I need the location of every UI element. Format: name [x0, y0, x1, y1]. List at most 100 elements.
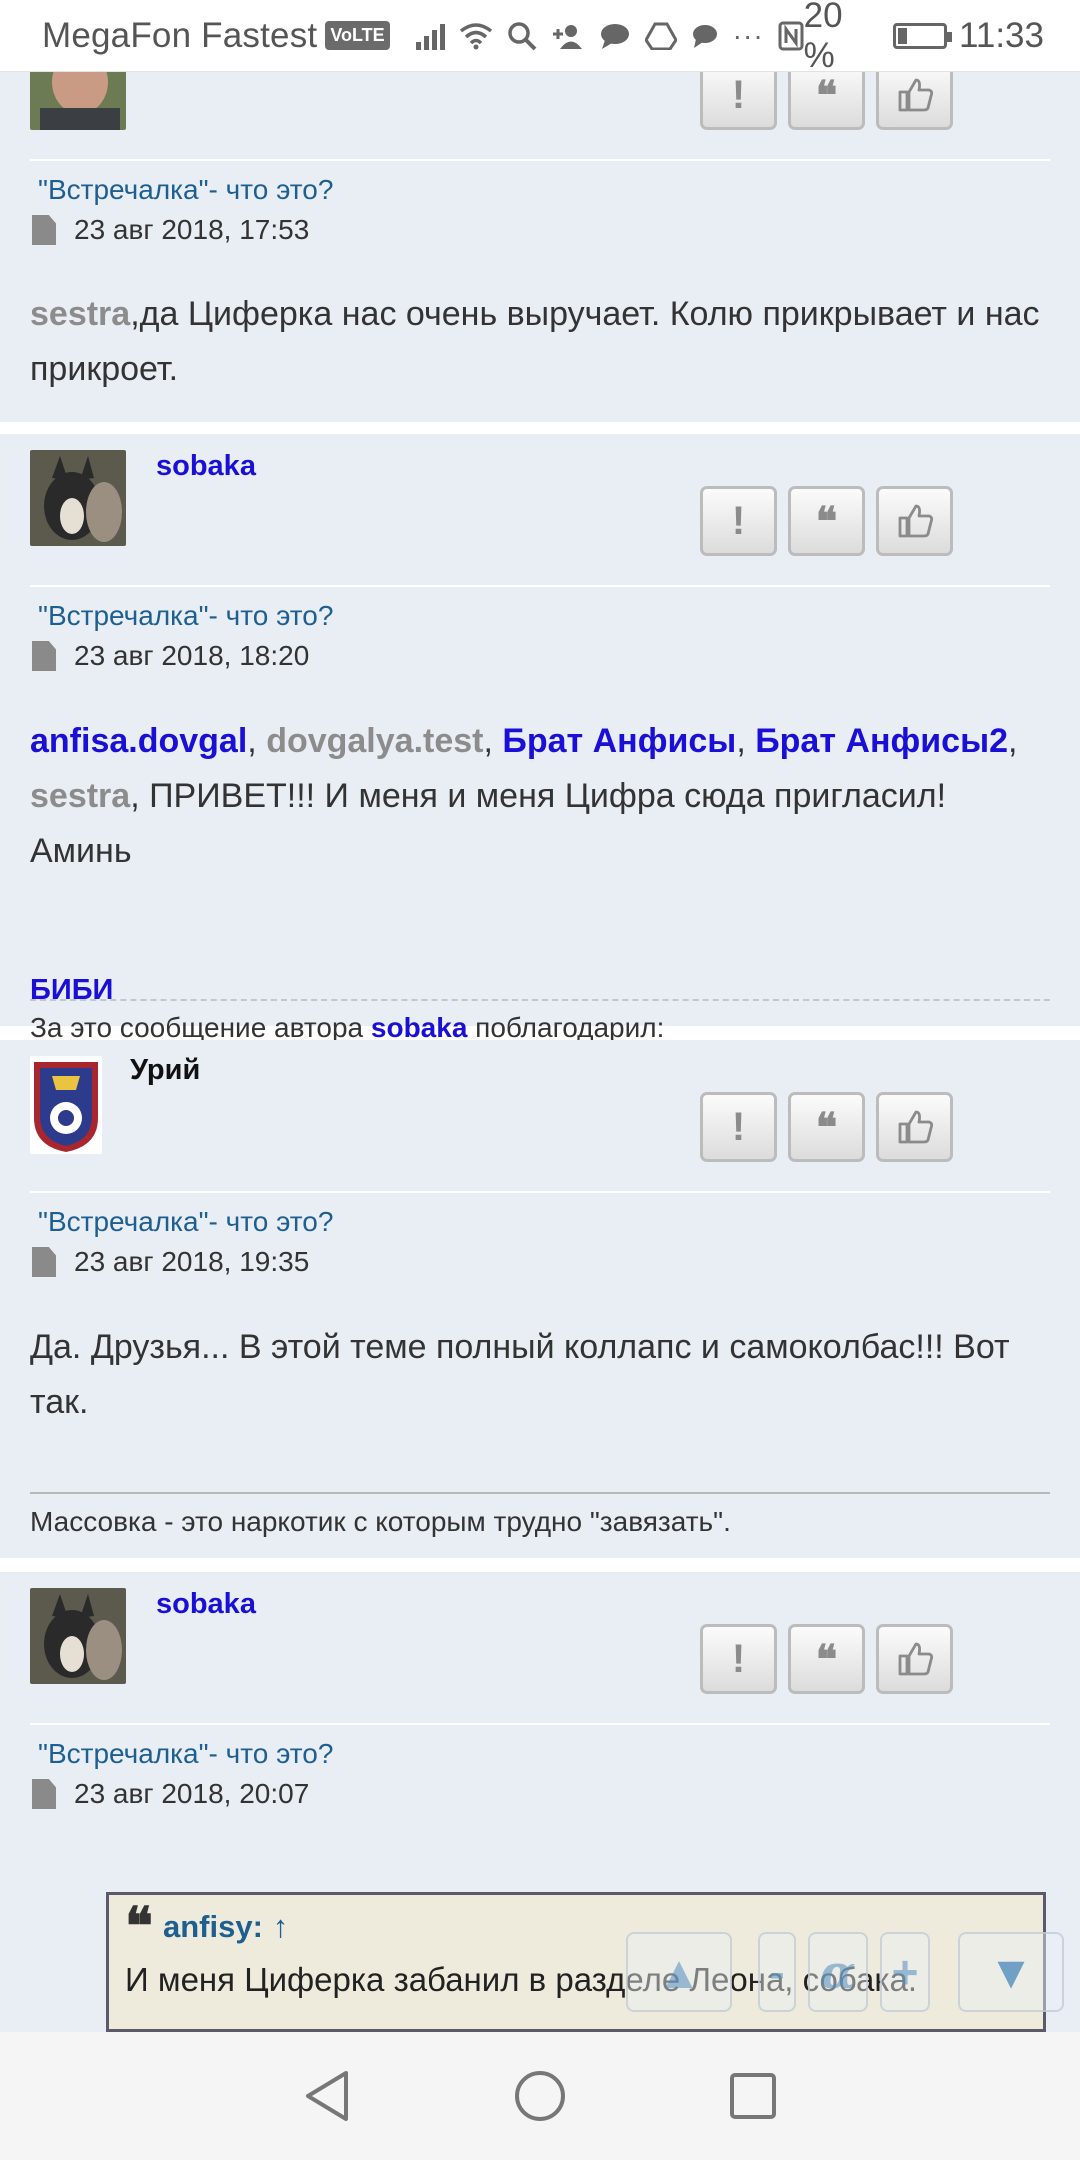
- avatar[interactable]: [30, 450, 126, 546]
- post-date-text: 23 авг 2018, 18:20: [74, 640, 310, 671]
- volte-badge: VoLTE: [325, 21, 390, 50]
- post-topic-link[interactable]: "Встречалка"- что это?: [38, 1738, 333, 1770]
- user-mention[interactable]: dovgalya.test: [266, 722, 483, 760]
- font-icon: α: [820, 1945, 856, 1999]
- drive-icon: [644, 22, 677, 50]
- post-divider: [30, 1723, 1050, 1725]
- like-button[interactable]: [876, 1624, 953, 1694]
- avatar[interactable]: [30, 1588, 126, 1684]
- post: ! ❝ "Встречалка"- что это? 23 авг 2018, …: [0, 72, 1080, 422]
- post-date: 23 авг 2018, 18:20: [32, 640, 309, 672]
- like-button[interactable]: [876, 72, 953, 130]
- thanks-suffix: поблагодарил:: [475, 1012, 665, 1043]
- post-date: 23 авг 2018, 17:53: [32, 214, 309, 246]
- exclamation-icon: !: [731, 498, 746, 543]
- plus-icon: +: [891, 1946, 919, 1998]
- like-button[interactable]: [876, 486, 953, 556]
- post-divider: [30, 585, 1050, 587]
- battery-icon: [892, 22, 953, 49]
- post-date-text: 23 авг 2018, 19:35: [74, 1246, 310, 1277]
- post-actions: ! ❝: [700, 1092, 953, 1162]
- post-divider: [30, 1191, 1050, 1193]
- thanks-author-link[interactable]: sobaka: [371, 1012, 468, 1043]
- quote-button[interactable]: ❝: [788, 72, 865, 130]
- signal-icon: [415, 22, 445, 50]
- like-button[interactable]: [876, 1092, 953, 1162]
- back-triangle-icon: [305, 2071, 348, 2121]
- separator-text: ,: [1008, 722, 1018, 760]
- post-topic-link[interactable]: "Встречалка"- что это?: [38, 600, 333, 632]
- chat-icon: [600, 23, 629, 49]
- quote-icon: ❝: [815, 1103, 838, 1151]
- recents-square-icon: [730, 2073, 777, 2119]
- font-size-label: α: [808, 1932, 868, 2012]
- quote-button[interactable]: ❝: [788, 486, 865, 556]
- user-mention[interactable]: Брат Анфисы: [502, 722, 736, 760]
- signature: Массовка - это наркотик с которым трудно…: [30, 1506, 731, 1537]
- status-right: 20 % 11:33: [804, 0, 1044, 76]
- thanks-divider: [30, 999, 1050, 1001]
- nfc-icon: [778, 21, 804, 50]
- search-icon: [507, 21, 537, 50]
- thanks-user-link[interactable]: БИБИ: [30, 974, 113, 1007]
- signature-divider: [30, 1492, 1050, 1494]
- post-date: 23 авг 2018, 19:35: [32, 1246, 309, 1278]
- quote-author[interactable]: anfisy:: [163, 1909, 263, 1945]
- thread-content: ! ❝ "Встречалка"- что это? 23 авг 2018, …: [0, 72, 1080, 2032]
- quote-button[interactable]: ❝: [788, 1092, 865, 1162]
- carrier-name: MegaFon Fastest: [42, 15, 318, 55]
- home-circle-icon: [514, 2071, 565, 2121]
- home-button[interactable]: [510, 2066, 570, 2126]
- minus-icon: -: [769, 1946, 785, 1998]
- report-button[interactable]: !: [700, 72, 777, 130]
- avatar[interactable]: [30, 1056, 102, 1154]
- status-icons: ···: [415, 19, 804, 52]
- font-decrease-button[interactable]: -: [758, 1932, 796, 2012]
- post-actions: ! ❝: [700, 72, 953, 130]
- quote-mark-icon: ❝: [125, 1896, 153, 1957]
- user-mention[interactable]: sestra: [30, 295, 130, 333]
- exclamation-icon: !: [731, 72, 746, 117]
- post: sobaka ! ❝ "Встречалка"- что это? 23 авг…: [0, 434, 1080, 1043]
- separator-text: ,: [736, 722, 756, 760]
- post-divider: [30, 159, 1050, 161]
- author-name[interactable]: sobaka: [156, 1588, 256, 1621]
- post-topic-link[interactable]: "Встречалка"- что это?: [38, 174, 333, 206]
- exclamation-icon: !: [731, 1636, 746, 1681]
- message-icon: [692, 24, 717, 48]
- quote-button[interactable]: ❝: [788, 1624, 865, 1694]
- more-icon: ···: [732, 19, 764, 51]
- report-button[interactable]: !: [700, 1624, 777, 1694]
- font-increase-button[interactable]: +: [880, 1932, 930, 2012]
- wifi-icon: [459, 22, 492, 49]
- document-icon: [32, 215, 56, 245]
- quote-jump-link[interactable]: ↑: [273, 1909, 289, 1945]
- report-button[interactable]: !: [700, 1092, 777, 1162]
- post-message: sestra,да Циферка нас очень выручает. Ко…: [30, 287, 1050, 397]
- document-icon: [32, 641, 56, 671]
- post-message: Да. Друзья... В этой теме полный коллапс…: [30, 1320, 1050, 1430]
- document-icon: [32, 1247, 56, 1277]
- scroll-up-button[interactable]: ▲: [626, 1932, 732, 2012]
- report-button[interactable]: !: [700, 486, 777, 556]
- user-mention[interactable]: anfisa.dovgal: [30, 722, 247, 760]
- recents-button[interactable]: [723, 2066, 783, 2126]
- author-name[interactable]: sobaka: [156, 450, 256, 483]
- scroll-down-button[interactable]: ▼: [958, 1932, 1064, 2012]
- post-date: 23 авг 2018, 20:07: [32, 1778, 309, 1810]
- arrow-up-icon: ▲: [656, 1946, 702, 1998]
- avatar[interactable]: [30, 72, 126, 130]
- arrow-down-icon: ▼: [988, 1946, 1034, 1998]
- thanks-prefix: За это сообщение автора: [30, 1012, 364, 1043]
- post-date-text: 23 авг 2018, 17:53: [74, 214, 310, 245]
- message-text: Да. Друзья... В этой теме полный коллапс…: [30, 1328, 1010, 1421]
- separator-text: ,: [247, 722, 267, 760]
- author-name[interactable]: Урий: [130, 1054, 200, 1087]
- battery-percent: 20 %: [803, 0, 843, 75]
- thumbs-up-icon: [898, 1110, 933, 1144]
- user-mention[interactable]: sestra: [30, 777, 130, 815]
- back-button[interactable]: [297, 2066, 357, 2126]
- quote-icon: ❝: [815, 497, 838, 545]
- user-mention[interactable]: Брат Анфисы2: [755, 722, 1008, 760]
- post-topic-link[interactable]: "Встречалка"- что это?: [38, 1206, 333, 1238]
